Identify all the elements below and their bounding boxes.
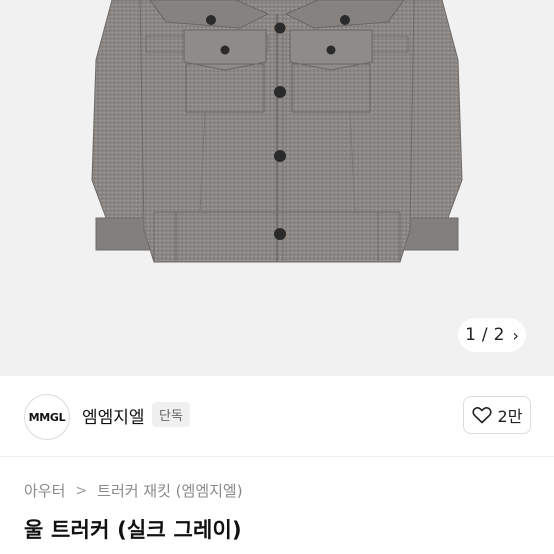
pager-total: 2 <box>493 325 505 345</box>
like-count: 2만 <box>497 407 523 426</box>
breadcrumb: 아우터 > 트러커 재킷 (엠엠지엘) <box>24 480 243 501</box>
breadcrumb-item-outer[interactable]: 아우터 <box>24 480 65 501</box>
exclusive-badge: 단독 <box>152 402 190 427</box>
seller-row: MMGL 엠엠지엘 단독 2만 <box>0 376 554 457</box>
product-image-gallery[interactable]: 1 / 2 › <box>0 0 554 376</box>
chevron-right-icon: > <box>75 482 88 499</box>
seller-logo-text: MMGL <box>28 410 66 424</box>
pager-current: 1 <box>465 325 476 345</box>
image-pager[interactable]: 1 / 2 › <box>458 318 526 352</box>
seller-logo[interactable]: MMGL <box>24 394 70 440</box>
like-button[interactable]: 2만 <box>463 396 531 434</box>
chevron-right-icon[interactable]: › <box>512 326 518 345</box>
breadcrumb-item-trucker-jacket[interactable]: 트러커 재킷 (엠엠지엘) <box>97 480 242 501</box>
heart-outline-icon <box>471 407 492 424</box>
pager-separator: / <box>481 325 488 345</box>
product-title: 울 트러커 (실크 그레이) <box>24 518 242 542</box>
seller-name[interactable]: 엠엠지엘 <box>82 403 145 428</box>
